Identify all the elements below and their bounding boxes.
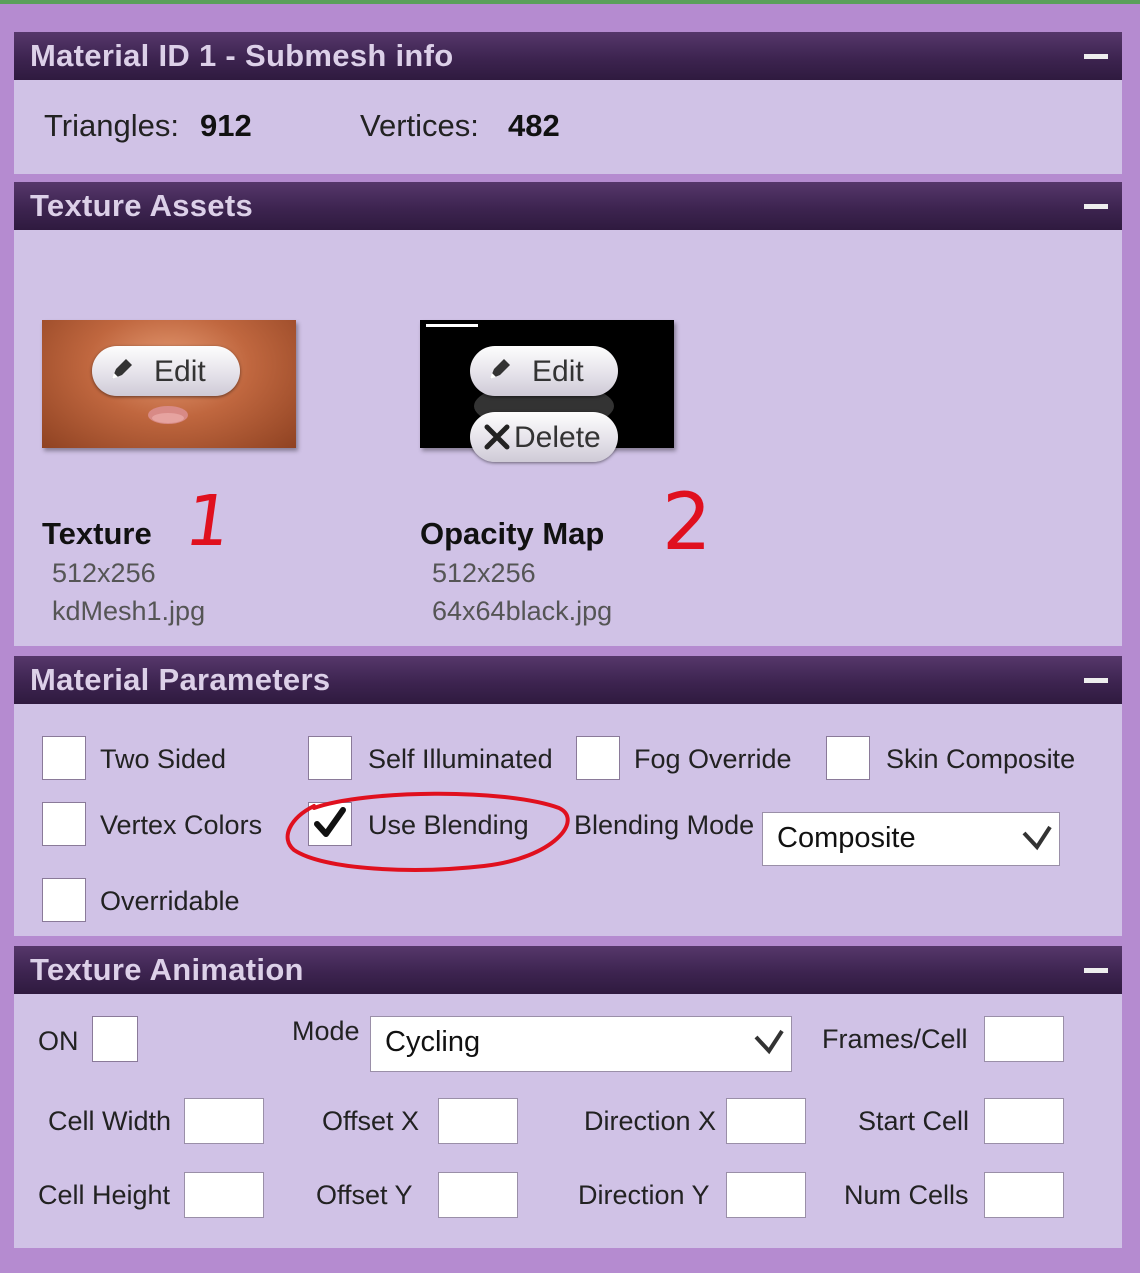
frames-cell-label: Frames/Cell [822,1024,968,1054]
opacity-map-edit-button[interactable]: Edit [470,346,618,396]
collapse-icon[interactable] [1084,678,1108,683]
mode-select[interactable]: Cycling [370,1016,792,1072]
texture-edit-label: Edit [154,355,206,388]
material-parameters-header[interactable]: Material Parameters [14,656,1122,704]
pencil-icon [490,359,510,379]
self-illuminated-checkbox[interactable] [308,736,352,780]
collapse-icon[interactable] [1084,204,1108,209]
opacity-map-name: Opacity Map [420,516,605,551]
texture-edit-button[interactable]: Edit [92,346,240,396]
direction-y-input[interactable] [726,1172,806,1218]
direction-x-input[interactable] [726,1098,806,1144]
opacity-map-edit-label: Edit [532,355,584,388]
offset-x-label: Offset X [322,1106,420,1136]
window-top-border [0,0,1140,4]
mode-label: Mode [292,1016,360,1046]
texture-assets-header[interactable]: Texture Assets [14,182,1122,230]
animation-on-checkbox[interactable] [92,1016,138,1062]
two-sided-checkbox[interactable] [42,736,86,780]
cell-height-label: Cell Height [38,1180,171,1210]
two-sided-label: Two Sided [100,744,227,774]
overridable-checkbox[interactable] [42,878,86,922]
texture-name: Texture [42,516,152,551]
blending-mode-label: Blending Mode [574,810,755,840]
material-parameters-panel: Material Parameters Two Sided Self Illum… [14,656,1122,936]
x-icon [484,424,510,450]
offset-y-input[interactable] [438,1172,518,1218]
red-annotation-circle [285,791,570,872]
triangles-value: 912 [200,108,252,143]
vertices-value: 482 [508,108,560,143]
opacity-map-delete-button[interactable]: Delete [470,412,618,462]
chevron-down-icon [1022,825,1052,851]
fog-override-label: Fog Override [634,744,792,774]
start-cell-input[interactable] [984,1098,1064,1144]
texture-size: 512x256 [52,558,156,588]
texture-animation-title: Texture Animation [30,952,304,987]
vertex-colors-label: Vertex Colors [100,810,263,840]
frames-cell-input[interactable] [984,1016,1064,1062]
vertices-label: Vertices: [360,108,479,143]
num-cells-input[interactable] [984,1172,1064,1218]
self-illuminated-label: Self Illuminated [368,744,553,774]
texture-file: kdMesh1.jpg [52,596,206,626]
submesh-info-title: Material ID 1 - Submesh info [30,38,454,73]
texture-assets-panel: Texture Assets Edit Edit Delete Texture … [14,182,1122,646]
overridable-label: Overridable [100,886,240,916]
blending-mode-select[interactable]: Composite [762,812,1060,866]
opacity-map-size: 512x256 [432,558,536,588]
vertex-colors-checkbox[interactable] [42,802,86,846]
annotation-2: 2 [662,478,712,568]
collapse-icon[interactable] [1084,54,1108,59]
cell-height-input[interactable] [184,1172,264,1218]
texture-animation-panel: Texture Animation ON Mode Cycling Frames… [14,946,1122,1248]
offset-x-input[interactable] [438,1098,518,1144]
direction-y-label: Direction Y [578,1180,710,1210]
cell-width-input[interactable] [184,1098,264,1144]
material-parameters-title: Material Parameters [30,662,331,697]
submesh-info-header[interactable]: Material ID 1 - Submesh info [14,32,1122,80]
offset-y-label: Offset Y [316,1180,413,1210]
collapse-icon[interactable] [1084,968,1108,973]
submesh-info-panel: Material ID 1 - Submesh info Triangles: … [14,32,1122,174]
texture-assets-title: Texture Assets [30,188,254,223]
cell-width-label: Cell Width [48,1106,172,1136]
direction-x-label: Direction X [584,1106,717,1136]
opacity-map-file: 64x64black.jpg [432,596,613,626]
num-cells-label: Num Cells [844,1180,969,1210]
texture-animation-header[interactable]: Texture Animation [14,946,1122,994]
fog-override-checkbox[interactable] [576,736,620,780]
chevron-down-icon [754,1029,784,1055]
opacity-map-delete-label: Delete [514,421,601,454]
start-cell-label: Start Cell [858,1106,970,1136]
pencil-icon [112,359,132,379]
skin-composite-label: Skin Composite [886,744,1076,774]
skin-composite-checkbox[interactable] [826,736,870,780]
annotation-1: 1 [180,480,237,562]
blending-mode-value: Composite [777,822,916,854]
mode-value: Cycling [385,1026,481,1058]
on-label: ON [38,1026,79,1056]
triangles-label: Triangles: [44,108,179,143]
